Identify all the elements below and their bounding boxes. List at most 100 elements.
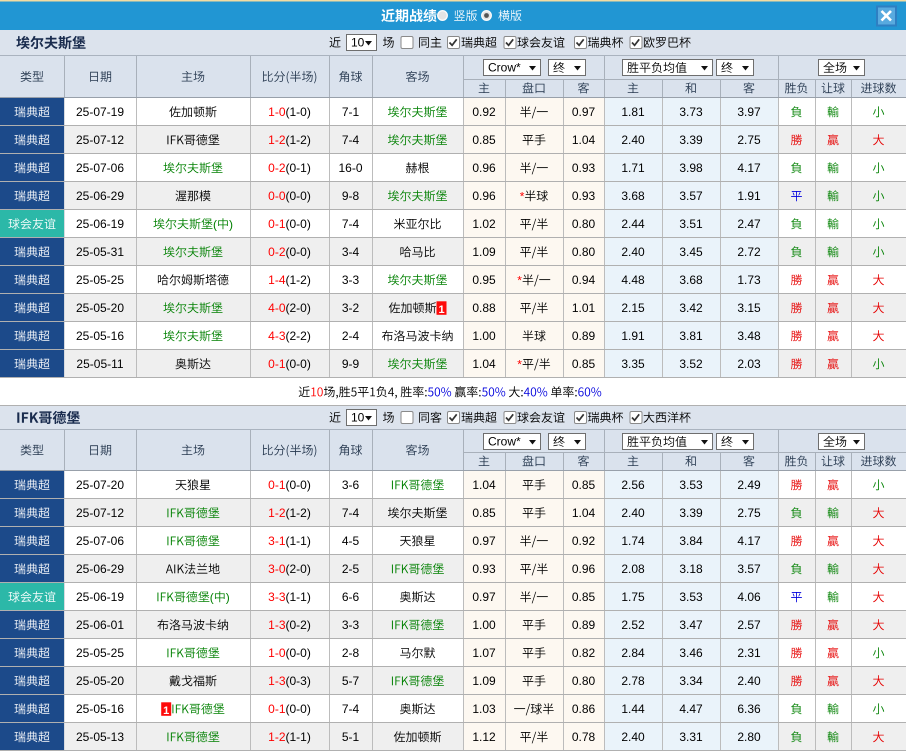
svg-text:0.78: 0.78 (572, 730, 596, 744)
svg-text:3.15: 3.15 (737, 301, 761, 315)
svg-text:3.42: 3.42 (679, 301, 703, 315)
svg-text:0.97: 0.97 (472, 590, 496, 604)
svg-text:5-1: 5-1 (342, 730, 360, 744)
svg-text:25-07-06: 25-07-06 (76, 161, 124, 175)
svg-text:3-3: 3-3 (342, 273, 360, 287)
svg-text:*: * (520, 189, 525, 203)
svg-text:3.39: 3.39 (679, 133, 703, 147)
svg-text:1.00: 1.00 (472, 329, 496, 343)
svg-text:3-3(1-1): 3-3(1-1) (268, 590, 311, 604)
svg-text:3.68: 3.68 (621, 189, 645, 203)
svg-text:4.06: 4.06 (737, 590, 761, 604)
svg-text:2.47: 2.47 (737, 217, 761, 231)
svg-text:0.93: 0.93 (572, 189, 596, 203)
svg-text:1.81: 1.81 (621, 105, 645, 119)
svg-text:1.75: 1.75 (621, 590, 645, 604)
svg-text:0-2(0-0): 0-2(0-0) (268, 245, 311, 259)
svg-text:3.73: 3.73 (679, 105, 703, 119)
svg-text:1: 1 (163, 705, 169, 717)
svg-text:1-4(1-2): 1-4(1-2) (268, 273, 311, 287)
svg-text:0.85: 0.85 (472, 506, 496, 520)
svg-text:0.86: 0.86 (572, 702, 596, 716)
svg-text:6-6: 6-6 (342, 590, 360, 604)
svg-text:3.35: 3.35 (621, 357, 645, 371)
svg-text:3.84: 3.84 (679, 534, 703, 548)
svg-text:16-0: 16-0 (338, 161, 362, 175)
svg-text:0.96: 0.96 (472, 189, 496, 203)
svg-text:Crow*: Crow* (488, 435, 521, 449)
svg-text:2.84: 2.84 (621, 646, 645, 660)
svg-text:0.92: 0.92 (472, 105, 496, 119)
svg-text:2.44: 2.44 (621, 217, 645, 231)
svg-text:3.57: 3.57 (737, 562, 761, 576)
svg-text:1.04: 1.04 (572, 133, 596, 147)
svg-text:0.88: 0.88 (472, 301, 496, 315)
svg-text:7-4: 7-4 (342, 506, 360, 520)
svg-text:25-05-25: 25-05-25 (76, 273, 124, 287)
svg-text:25-07-19: 25-07-19 (76, 105, 124, 119)
svg-text:1.12: 1.12 (472, 730, 496, 744)
svg-text:0.96: 0.96 (572, 562, 596, 576)
svg-text:3-1(1-1): 3-1(1-1) (268, 534, 311, 548)
svg-text:1.00: 1.00 (472, 618, 496, 632)
svg-text:1.71: 1.71 (621, 161, 645, 175)
svg-text:1-3(0-3): 1-3(0-3) (268, 674, 311, 688)
svg-text:1-2(1-1): 1-2(1-1) (268, 730, 311, 744)
svg-text:Crow*: Crow* (488, 61, 521, 75)
svg-text:0.85: 0.85 (572, 357, 596, 371)
svg-text:3.34: 3.34 (679, 674, 703, 688)
svg-text:3.31: 3.31 (679, 730, 703, 744)
svg-text:0.97: 0.97 (472, 534, 496, 548)
svg-text:1.09: 1.09 (472, 674, 496, 688)
svg-text:): ) (229, 217, 233, 231)
svg-text:2.15: 2.15 (621, 301, 645, 315)
svg-text:25-07-12: 25-07-12 (76, 133, 124, 147)
svg-text:2.75: 2.75 (737, 506, 761, 520)
svg-text:3-6: 3-6 (342, 478, 360, 492)
svg-text:3.48: 3.48 (737, 329, 761, 343)
svg-text:25-05-16: 25-05-16 (76, 329, 124, 343)
svg-text:6.36: 6.36 (737, 702, 761, 716)
svg-text:1.09: 1.09 (472, 245, 496, 259)
svg-text:1-0(0-0): 1-0(0-0) (268, 646, 311, 660)
svg-text:2.03: 2.03 (737, 357, 761, 371)
svg-text:*: * (517, 357, 522, 371)
svg-text:4.47: 4.47 (679, 702, 703, 716)
svg-text:25-06-19: 25-06-19 (76, 217, 124, 231)
svg-text:3.39: 3.39 (679, 506, 703, 520)
svg-text:0.80: 0.80 (572, 217, 596, 231)
svg-text:4-5: 4-5 (342, 534, 360, 548)
svg-text:3-4: 3-4 (342, 245, 360, 259)
svg-text:2-8: 2-8 (342, 646, 360, 660)
svg-text:4.17: 4.17 (737, 534, 761, 548)
svg-text:1-3(0-2): 1-3(0-2) (268, 618, 311, 632)
svg-text:2.52: 2.52 (621, 618, 645, 632)
svg-text:0.92: 0.92 (572, 534, 596, 548)
svg-text:25-07-06: 25-07-06 (76, 534, 124, 548)
svg-text:25-05-25: 25-05-25 (76, 646, 124, 660)
svg-text:2.49: 2.49 (737, 478, 761, 492)
svg-text:2.31: 2.31 (737, 646, 761, 660)
svg-text:0.94: 0.94 (572, 273, 596, 287)
svg-text:3.97: 3.97 (737, 105, 761, 119)
svg-text:9-9: 9-9 (342, 357, 360, 371)
svg-text:25-06-29: 25-06-29 (76, 189, 124, 203)
svg-text:25-06-29: 25-06-29 (76, 562, 124, 576)
svg-text:0-1(0-0): 0-1(0-0) (268, 702, 311, 716)
svg-text:1-2(1-2): 1-2(1-2) (268, 133, 311, 147)
svg-text:0.97: 0.97 (572, 105, 596, 119)
svg-text:4-0(2-0): 4-0(2-0) (268, 301, 311, 315)
svg-text:1.01: 1.01 (572, 301, 596, 315)
svg-text:3.45: 3.45 (679, 245, 703, 259)
svg-text:1.04: 1.04 (472, 357, 496, 371)
svg-text:2.40: 2.40 (737, 674, 761, 688)
svg-text:0.80: 0.80 (572, 674, 596, 688)
svg-text:0.89: 0.89 (572, 329, 596, 343)
svg-text:5-7: 5-7 (342, 674, 360, 688)
svg-text:25-05-11: 25-05-11 (76, 357, 123, 371)
svg-text:25-06-19: 25-06-19 (76, 590, 124, 604)
svg-text:0.93: 0.93 (572, 161, 596, 175)
svg-text:25-05-16: 25-05-16 (76, 702, 124, 716)
svg-text:(: ( (210, 590, 214, 604)
svg-text:1.74: 1.74 (621, 534, 645, 548)
